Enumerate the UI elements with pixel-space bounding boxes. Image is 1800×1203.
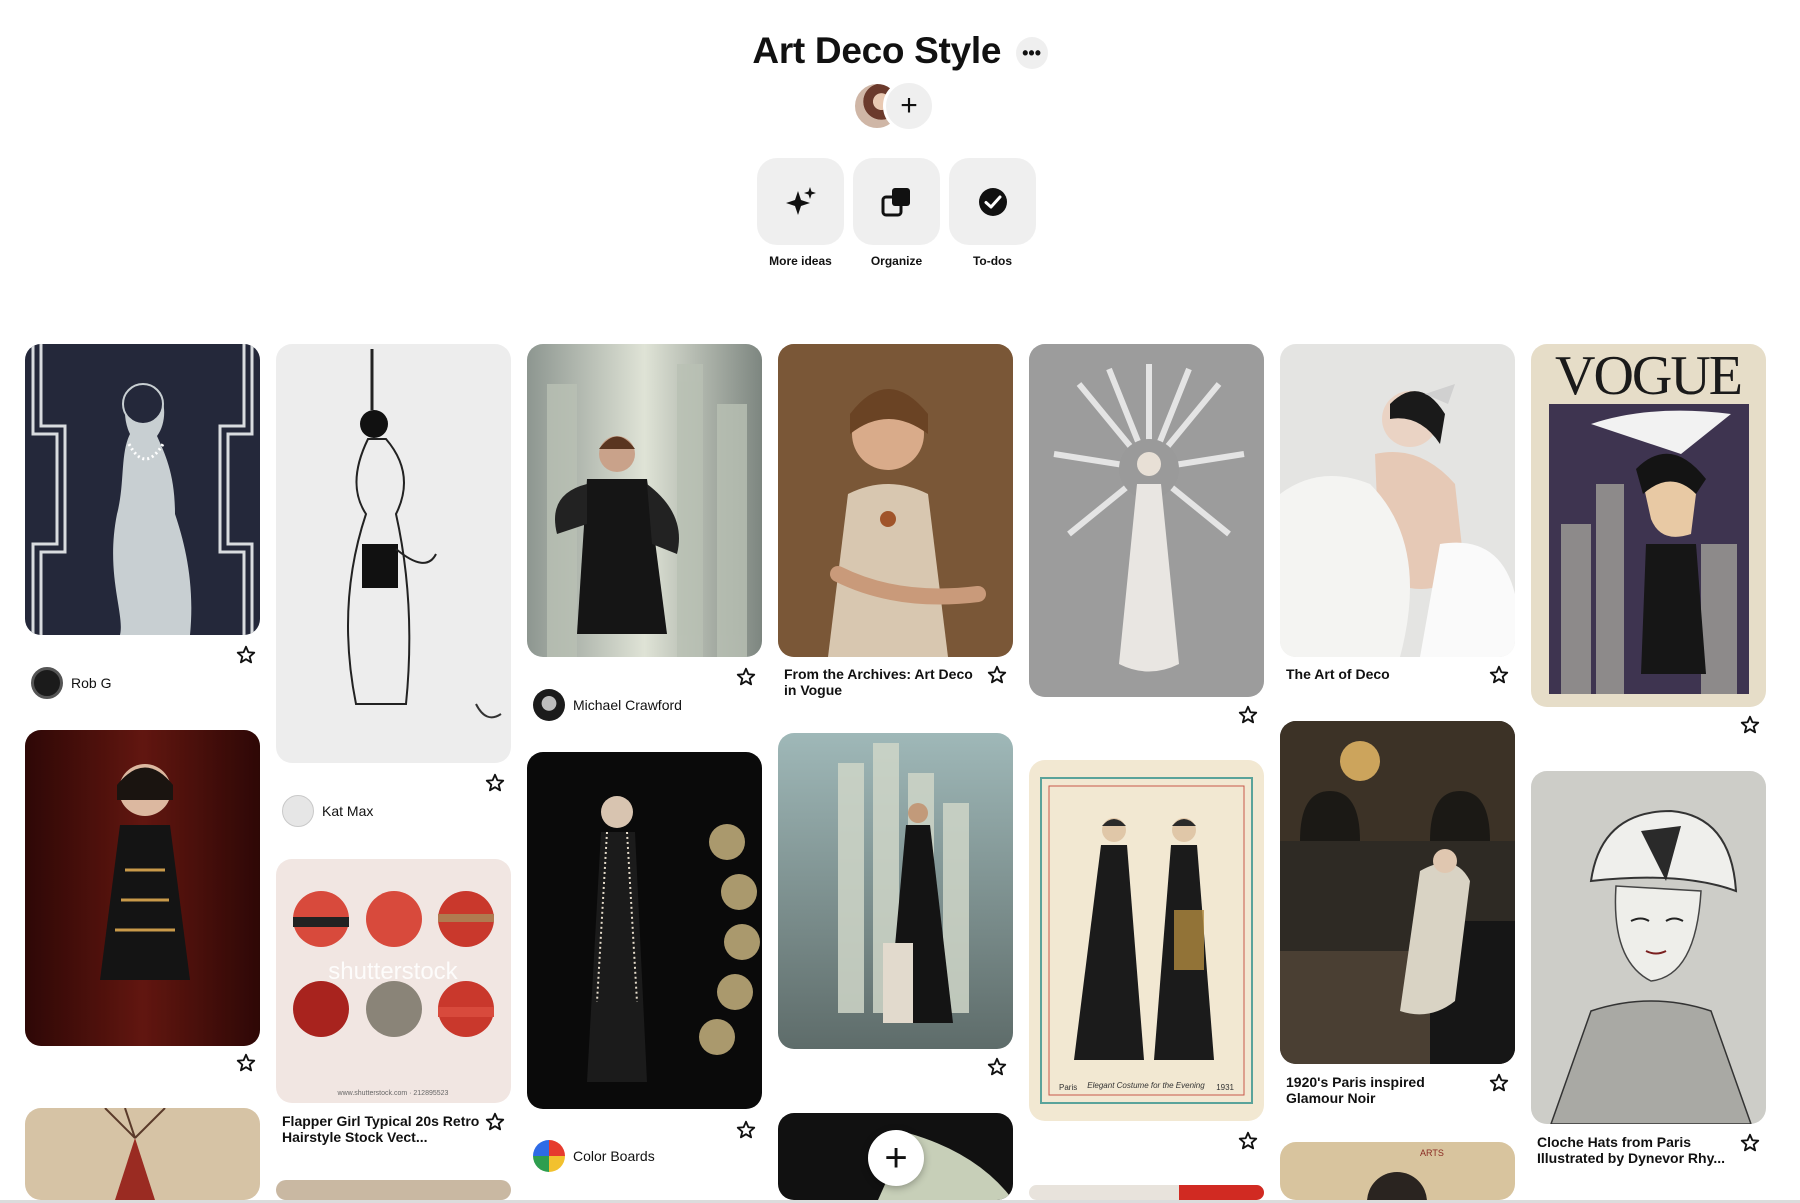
pin-grid: Rob G Kat Max shutterstock www.shutterst… <box>0 0 1800 1203</box>
star-icon[interactable] <box>986 664 1008 686</box>
pin-image[interactable]: ARTS <box>1280 1142 1515 1200</box>
pin-image[interactable] <box>276 1180 511 1200</box>
star-icon[interactable] <box>235 1052 257 1074</box>
pin-image[interactable]: shutterstock www.shutterstock.com · 2128… <box>276 859 511 1103</box>
pin-image[interactable]: Elegant Costume for the Evening Paris 19… <box>1029 760 1264 1121</box>
pin-image[interactable] <box>778 344 1013 657</box>
pin-title[interactable]: Flapper Girl Typical 20s Retro Hairstyle… <box>282 1113 482 1145</box>
pin-image[interactable] <box>1280 721 1515 1064</box>
author-avatar <box>533 1140 565 1172</box>
pin-author[interactable]: Michael Crawford <box>533 689 682 721</box>
pin-title[interactable]: From the Archives: Art Deco in Vogue <box>784 666 984 698</box>
author-name: Kat Max <box>322 803 374 819</box>
author-name: Color Boards <box>573 1148 655 1164</box>
pin-author[interactable]: Color Boards <box>533 1140 655 1172</box>
star-icon[interactable] <box>1488 664 1510 686</box>
pin-image[interactable] <box>1280 344 1515 657</box>
pin-title[interactable]: The Art of Deco <box>1286 666 1486 682</box>
add-pin-button[interactable]: + <box>868 1130 924 1186</box>
magazine-masthead: ARTS <box>1420 1148 1444 1158</box>
pin-image[interactable] <box>25 1108 260 1200</box>
star-icon[interactable] <box>1237 1130 1259 1152</box>
pin-image[interactable] <box>527 344 762 657</box>
star-icon[interactable] <box>1739 714 1761 736</box>
illustration-caption: Elegant Costume for the Evening <box>1087 1081 1205 1090</box>
illustration-city: Paris <box>1059 1083 1077 1092</box>
star-icon[interactable] <box>986 1056 1008 1078</box>
star-icon[interactable] <box>1488 1072 1510 1094</box>
pin-title[interactable]: 1920's Paris inspired Glamour Noir <box>1286 1074 1486 1106</box>
pin-image[interactable] <box>778 733 1013 1049</box>
pin-author[interactable]: Rob G <box>31 667 111 699</box>
author-name: Michael Crawford <box>573 697 682 713</box>
pin-image[interactable] <box>527 752 762 1109</box>
pin-image[interactable] <box>276 344 511 763</box>
star-icon[interactable] <box>484 772 506 794</box>
shutterstock-watermark: shutterstock <box>328 958 458 985</box>
illustration-year: 1931 <box>1216 1083 1234 1092</box>
author-avatar <box>533 689 565 721</box>
pin-image[interactable] <box>25 344 260 635</box>
author-avatar <box>282 795 314 827</box>
pin-image[interactable]: VOGUE <box>1531 344 1766 707</box>
author-avatar <box>31 667 63 699</box>
star-icon[interactable] <box>484 1111 506 1133</box>
star-icon[interactable] <box>735 666 757 688</box>
magazine-masthead: VOGUE <box>1555 345 1741 407</box>
pin-image[interactable] <box>25 730 260 1046</box>
pin-title[interactable]: Cloche Hats from Paris Illustrated by Dy… <box>1537 1134 1737 1166</box>
pin-image[interactable] <box>1531 771 1766 1124</box>
stock-image-footer: www.shutterstock.com · 212895523 <box>337 1090 449 1097</box>
pin-image[interactable] <box>1029 344 1264 697</box>
star-icon[interactable] <box>1739 1132 1761 1154</box>
star-icon[interactable] <box>1237 704 1259 726</box>
star-icon[interactable] <box>735 1119 757 1141</box>
pin-author[interactable]: Kat Max <box>282 795 373 827</box>
pin-image[interactable] <box>1029 1185 1264 1200</box>
star-icon[interactable] <box>235 644 257 666</box>
author-name: Rob G <box>71 675 112 691</box>
